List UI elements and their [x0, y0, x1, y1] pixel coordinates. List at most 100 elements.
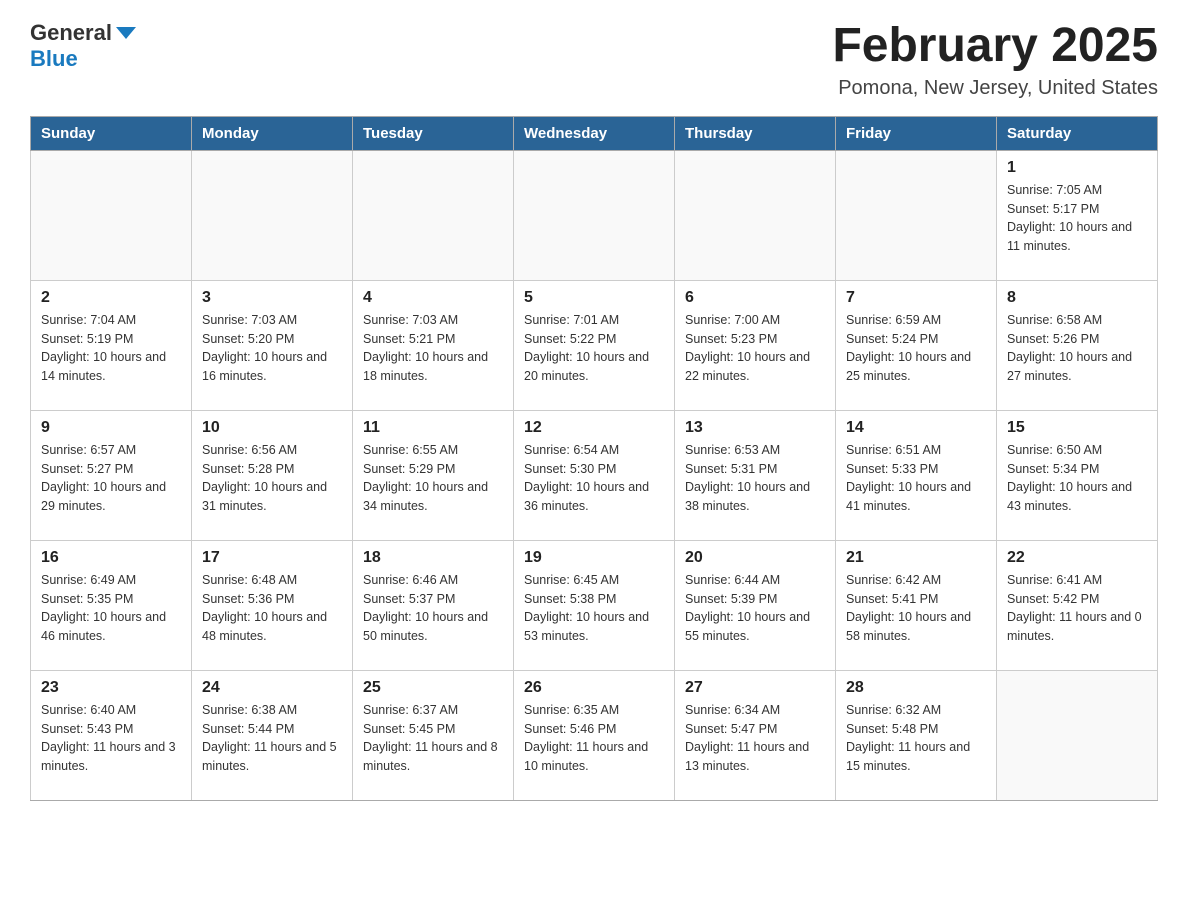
- day-info: Sunrise: 6:32 AMSunset: 5:48 PMDaylight:…: [846, 701, 986, 776]
- calendar-cell: 4 Sunrise: 7:03 AMSunset: 5:21 PMDaylight…: [353, 280, 514, 410]
- logo-blue-text: Blue: [30, 46, 78, 72]
- day-info: Sunrise: 6:59 AMSunset: 5:24 PMDaylight:…: [846, 311, 986, 386]
- calendar-cell: 24 Sunrise: 6:38 AMSunset: 5:44 PMDayligh…: [192, 670, 353, 800]
- calendar-cell: 22 Sunrise: 6:41 AMSunset: 5:42 PMDayligh…: [997, 540, 1158, 670]
- day-info: Sunrise: 6:35 AMSunset: 5:46 PMDaylight:…: [524, 701, 664, 776]
- logo: General Blue: [30, 20, 136, 72]
- day-number: 27: [685, 679, 825, 697]
- calendar-subtitle: Pomona, New Jersey, United States: [832, 77, 1158, 100]
- day-info: Sunrise: 7:03 AMSunset: 5:20 PMDaylight:…: [202, 311, 342, 386]
- calendar-cell: 5Sunrise: 7:01 AMSunset: 5:22 PMDaylight…: [514, 280, 675, 410]
- calendar-cell: 23 Sunrise: 6:40 AMSunset: 5:43 PMDayligh…: [31, 670, 192, 800]
- day-number: 8: [1007, 289, 1147, 307]
- day-number: 23: [41, 679, 181, 697]
- calendar-cell: 2 Sunrise: 7:04 AMSunset: 5:19 PMDaylight…: [31, 280, 192, 410]
- week-row-2: 2 Sunrise: 7:04 AMSunset: 5:19 PMDaylight…: [31, 280, 1158, 410]
- column-header-wednesday: Wednesday: [514, 116, 675, 150]
- day-number: 24: [202, 679, 342, 697]
- day-info: Sunrise: 7:03 AMSunset: 5:21 PMDaylight:…: [363, 311, 503, 386]
- calendar-cell: 12 Sunrise: 6:54 AMSunset: 5:30 PMDayligh…: [514, 410, 675, 540]
- day-number: 18: [363, 549, 503, 567]
- day-number: 20: [685, 549, 825, 567]
- calendar-cell: [675, 150, 836, 280]
- calendar-cell: 25 Sunrise: 6:37 AMSunset: 5:45 PMDayligh…: [353, 670, 514, 800]
- calendar-cell: 16Sunrise: 6:49 AMSunset: 5:35 PMDayligh…: [31, 540, 192, 670]
- day-number: 12: [524, 419, 664, 437]
- day-info: Sunrise: 6:42 AMSunset: 5:41 PMDaylight:…: [846, 571, 986, 646]
- column-header-thursday: Thursday: [675, 116, 836, 150]
- calendar-cell: [997, 670, 1158, 800]
- calendar-cell: [192, 150, 353, 280]
- day-number: 4: [363, 289, 503, 307]
- calendar-table: SundayMondayTuesdayWednesdayThursdayFrid…: [30, 116, 1158, 801]
- calendar-title: February 2025: [832, 20, 1158, 73]
- day-number: 17: [202, 549, 342, 567]
- calendar-cell: 21 Sunrise: 6:42 AMSunset: 5:41 PMDayligh…: [836, 540, 997, 670]
- day-info: Sunrise: 6:49 AMSunset: 5:35 PMDaylight:…: [41, 571, 181, 646]
- calendar-cell: 6 Sunrise: 7:00 AMSunset: 5:23 PMDaylight…: [675, 280, 836, 410]
- day-number: 10: [202, 419, 342, 437]
- day-info: Sunrise: 6:58 AMSunset: 5:26 PMDaylight:…: [1007, 311, 1147, 386]
- calendar-cell: 27 Sunrise: 6:34 AMSunset: 5:47 PMDayligh…: [675, 670, 836, 800]
- logo-general-text: General: [30, 20, 112, 46]
- day-info: Sunrise: 6:41 AMSunset: 5:42 PMDaylight:…: [1007, 571, 1147, 646]
- day-info: Sunrise: 6:51 AMSunset: 5:33 PMDaylight:…: [846, 441, 986, 516]
- day-info: Sunrise: 6:48 AMSunset: 5:36 PMDaylight:…: [202, 571, 342, 646]
- day-number: 28: [846, 679, 986, 697]
- day-number: 13: [685, 419, 825, 437]
- column-header-sunday: Sunday: [31, 116, 192, 150]
- calendar-cell: 18 Sunrise: 6:46 AMSunset: 5:37 PMDayligh…: [353, 540, 514, 670]
- day-number: 7: [846, 289, 986, 307]
- day-info: Sunrise: 7:00 AMSunset: 5:23 PMDaylight:…: [685, 311, 825, 386]
- day-number: 21: [846, 549, 986, 567]
- day-info: Sunrise: 6:40 AMSunset: 5:43 PMDaylight:…: [41, 701, 181, 776]
- day-info: Sunrise: 6:55 AMSunset: 5:29 PMDaylight:…: [363, 441, 503, 516]
- day-number: 5: [524, 289, 664, 307]
- page-header: General Blue February 2025 Pomona, New J…: [30, 20, 1158, 100]
- week-row-3: 9 Sunrise: 6:57 AMSunset: 5:27 PMDaylight…: [31, 410, 1158, 540]
- calendar-body: 1Sunrise: 7:05 AMSunset: 5:17 PMDaylight…: [31, 150, 1158, 800]
- calendar-cell: 15Sunrise: 6:50 AMSunset: 5:34 PMDayligh…: [997, 410, 1158, 540]
- day-info: Sunrise: 6:44 AMSunset: 5:39 PMDaylight:…: [685, 571, 825, 646]
- day-number: 2: [41, 289, 181, 307]
- day-number: 25: [363, 679, 503, 697]
- day-info: Sunrise: 7:04 AMSunset: 5:19 PMDaylight:…: [41, 311, 181, 386]
- calendar-cell: [514, 150, 675, 280]
- day-info: Sunrise: 6:57 AMSunset: 5:27 PMDaylight:…: [41, 441, 181, 516]
- column-header-monday: Monday: [192, 116, 353, 150]
- calendar-cell: [31, 150, 192, 280]
- day-info: Sunrise: 6:37 AMSunset: 5:45 PMDaylight:…: [363, 701, 503, 776]
- calendar-cell: 1Sunrise: 7:05 AMSunset: 5:17 PMDaylight…: [997, 150, 1158, 280]
- day-number: 3: [202, 289, 342, 307]
- column-header-friday: Friday: [836, 116, 997, 150]
- day-number: 11: [363, 419, 503, 437]
- calendar-cell: 3 Sunrise: 7:03 AMSunset: 5:20 PMDaylight…: [192, 280, 353, 410]
- calendar-header: SundayMondayTuesdayWednesdayThursdayFrid…: [31, 116, 1158, 150]
- calendar-cell: 13Sunrise: 6:53 AMSunset: 5:31 PMDayligh…: [675, 410, 836, 540]
- week-row-1: 1Sunrise: 7:05 AMSunset: 5:17 PMDaylight…: [31, 150, 1158, 280]
- day-info: Sunrise: 6:34 AMSunset: 5:47 PMDaylight:…: [685, 701, 825, 776]
- week-row-4: 16Sunrise: 6:49 AMSunset: 5:35 PMDayligh…: [31, 540, 1158, 670]
- logo-arrow-icon: [116, 27, 136, 39]
- day-number: 22: [1007, 549, 1147, 567]
- day-number: 6: [685, 289, 825, 307]
- title-section: February 2025 Pomona, New Jersey, United…: [832, 20, 1158, 100]
- calendar-cell: 26 Sunrise: 6:35 AMSunset: 5:46 PMDayligh…: [514, 670, 675, 800]
- calendar-cell: 20 Sunrise: 6:44 AMSunset: 5:39 PMDayligh…: [675, 540, 836, 670]
- day-info: Sunrise: 6:46 AMSunset: 5:37 PMDaylight:…: [363, 571, 503, 646]
- calendar-cell: 14 Sunrise: 6:51 AMSunset: 5:33 PMDayligh…: [836, 410, 997, 540]
- day-number: 9: [41, 419, 181, 437]
- calendar-cell: 11 Sunrise: 6:55 AMSunset: 5:29 PMDayligh…: [353, 410, 514, 540]
- day-number: 1: [1007, 159, 1147, 177]
- calendar-cell: [836, 150, 997, 280]
- calendar-cell: 7 Sunrise: 6:59 AMSunset: 5:24 PMDaylight…: [836, 280, 997, 410]
- day-number: 19: [524, 549, 664, 567]
- day-info: Sunrise: 6:54 AMSunset: 5:30 PMDaylight:…: [524, 441, 664, 516]
- day-info: Sunrise: 6:45 AMSunset: 5:38 PMDaylight:…: [524, 571, 664, 646]
- day-info: Sunrise: 6:38 AMSunset: 5:44 PMDaylight:…: [202, 701, 342, 776]
- day-info: Sunrise: 6:50 AMSunset: 5:34 PMDaylight:…: [1007, 441, 1147, 516]
- day-number: 14: [846, 419, 986, 437]
- calendar-cell: 10Sunrise: 6:56 AMSunset: 5:28 PMDayligh…: [192, 410, 353, 540]
- day-number: 26: [524, 679, 664, 697]
- calendar-cell: [353, 150, 514, 280]
